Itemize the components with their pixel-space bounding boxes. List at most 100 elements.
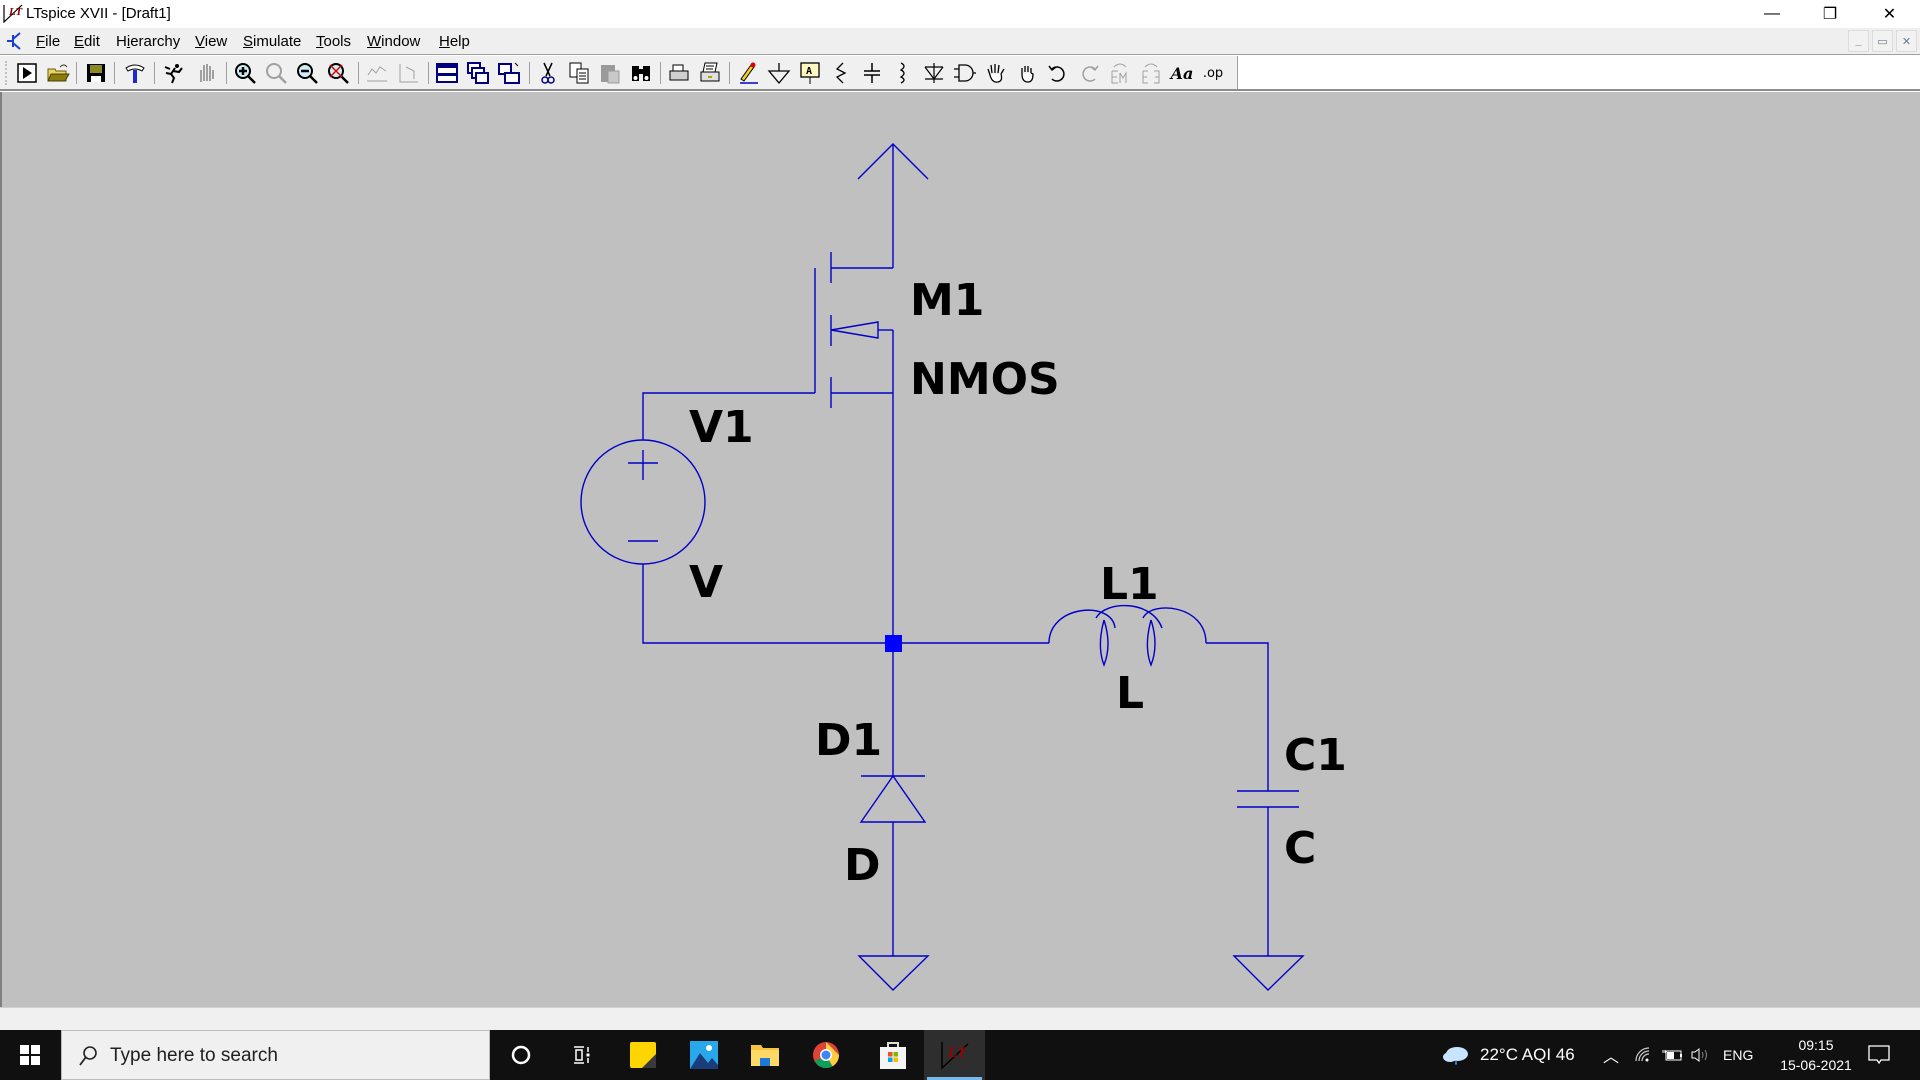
taskbar-cortana[interactable] xyxy=(490,1030,551,1080)
menu-hierarchy[interactable]: Hierarchy xyxy=(116,33,180,50)
menu-simulate[interactable]: Simulate xyxy=(243,33,301,50)
find-button[interactable] xyxy=(628,60,654,86)
window-title: LTspice XVII - [Draft1] xyxy=(26,5,171,22)
menu-edit[interactable]: Edit xyxy=(74,33,100,50)
menu-file[interactable]: File xyxy=(36,33,60,50)
d1-ref-label[interactable]: D1 xyxy=(815,719,882,763)
ground-icon xyxy=(767,63,791,85)
cut-button[interactable] xyxy=(535,60,561,86)
m1-value-label[interactable]: NMOS xyxy=(910,358,1060,402)
start-button[interactable] xyxy=(0,1030,60,1080)
ltspice-component-icon[interactable] xyxy=(5,31,25,51)
v1-ref-label[interactable]: V1 xyxy=(689,406,754,450)
label-net-button[interactable]: A xyxy=(797,60,823,86)
notifications-button[interactable] xyxy=(1868,1030,1890,1080)
zoom-out-button[interactable] xyxy=(294,60,320,86)
minimize-button[interactable]: — xyxy=(1743,0,1801,28)
wire-output[interactable] xyxy=(1206,642,1269,791)
v1-value-label[interactable]: V xyxy=(689,561,723,605)
schematic-canvas[interactable]: M1 NMOS V1 V L1 L D1 D C1 C xyxy=(0,92,1920,1007)
spice-directive-button[interactable]: .op xyxy=(1200,60,1226,86)
zoom-fit-button[interactable] xyxy=(325,60,351,86)
mirror-button[interactable] xyxy=(1138,60,1164,86)
mirror-icon xyxy=(1142,63,1160,84)
inductor-l1-symbol[interactable] xyxy=(1048,604,1207,667)
open-button[interactable] xyxy=(45,60,71,86)
mdi-close-button[interactable]: ✕ xyxy=(1896,30,1917,52)
taskbar-photos[interactable] xyxy=(673,1030,734,1080)
cascade-button[interactable] xyxy=(465,60,491,86)
tile-horizontal-button[interactable] xyxy=(434,60,460,86)
taskbar-ltspice[interactable]: LT xyxy=(924,1030,985,1080)
menu-tools[interactable]: Tools xyxy=(316,33,351,50)
l1-ref-label[interactable]: L1 xyxy=(1100,563,1159,607)
tray-overflow-button[interactable]: ︿ xyxy=(1603,1030,1619,1080)
component-button[interactable] xyxy=(952,60,978,86)
menu-view[interactable]: View xyxy=(195,33,227,50)
redo-icon xyxy=(1082,65,1099,82)
close-button[interactable]: ✕ xyxy=(1859,0,1920,28)
photos-icon xyxy=(689,1041,718,1069)
ground-button[interactable] xyxy=(766,60,792,86)
rotate-icon xyxy=(1111,63,1127,84)
ltspice-icon: LT xyxy=(940,1042,969,1070)
menu-window[interactable]: Window xyxy=(367,33,420,50)
move-button[interactable] xyxy=(983,60,1009,86)
zoom-in-button[interactable] xyxy=(232,60,258,86)
battery-button[interactable] xyxy=(1662,1030,1684,1080)
d1-value-label[interactable]: D xyxy=(844,844,881,888)
save-button[interactable] xyxy=(83,60,109,86)
resistor-button[interactable] xyxy=(828,60,854,86)
c1-value-label[interactable]: C xyxy=(1284,827,1316,871)
copy-button[interactable] xyxy=(566,60,592,86)
voltage-source-v1-symbol[interactable] xyxy=(580,439,706,565)
paste-button[interactable] xyxy=(597,60,623,86)
run-icon xyxy=(17,63,37,83)
folder-icon xyxy=(750,1045,779,1066)
nmos-m1-symbol[interactable] xyxy=(814,252,894,643)
network-button[interactable] xyxy=(1634,1030,1652,1080)
supply-arrow-symbol[interactable] xyxy=(857,143,929,268)
inductor-button[interactable] xyxy=(890,60,916,86)
tile-vertical-button[interactable] xyxy=(496,60,522,86)
m1-ref-label[interactable]: M1 xyxy=(910,279,984,323)
taskbar-sticky-notes[interactable] xyxy=(612,1030,673,1080)
clock[interactable]: 09:15 15-06-2021 xyxy=(1766,1035,1866,1075)
taskbar-file-explorer[interactable] xyxy=(734,1030,795,1080)
mdi-restore-button[interactable]: ▭ xyxy=(1872,30,1893,52)
rotate-button[interactable] xyxy=(1107,60,1133,86)
ground-symbol-diode[interactable] xyxy=(857,955,930,991)
print-preview-button[interactable] xyxy=(666,60,692,86)
probe-button[interactable] xyxy=(395,60,421,86)
weather-widget[interactable]: 22°C AQI 46 xyxy=(1442,1030,1575,1080)
redo-button[interactable] xyxy=(1076,60,1102,86)
mdi-minimize-button[interactable]: _ xyxy=(1848,30,1869,52)
diode-button[interactable] xyxy=(921,60,947,86)
autoscale-button[interactable] xyxy=(364,60,390,86)
text-button[interactable]: Aa xyxy=(1169,60,1195,86)
zoom-area-button[interactable] xyxy=(263,60,289,86)
print-button[interactable] xyxy=(697,60,723,86)
l1-value-label[interactable]: L xyxy=(1116,672,1144,716)
diode-d1-symbol[interactable] xyxy=(859,643,927,956)
language-indicator[interactable]: ENG xyxy=(1723,1030,1753,1080)
control-panel-button[interactable] xyxy=(122,60,148,86)
c1-ref-label[interactable]: C1 xyxy=(1284,734,1347,778)
run-button[interactable] xyxy=(14,60,40,86)
toolbar-grip[interactable] xyxy=(5,61,7,85)
drag-button[interactable] xyxy=(1014,60,1040,86)
pan-button[interactable] xyxy=(193,60,219,86)
undo-button[interactable] xyxy=(1045,60,1071,86)
menu-help[interactable]: Help xyxy=(439,33,470,50)
taskbar-task-view[interactable] xyxy=(551,1030,612,1080)
volume-button[interactable] xyxy=(1690,1030,1712,1080)
clock-date: 15-06-2021 xyxy=(1780,1057,1852,1073)
capacitor-button[interactable] xyxy=(859,60,885,86)
wire-button[interactable] xyxy=(735,60,761,86)
halt-button[interactable] xyxy=(160,60,186,86)
taskbar-search-box[interactable]: Type here to search xyxy=(61,1030,490,1080)
maximize-button[interactable]: ❐ xyxy=(1801,0,1859,28)
ground-symbol-cap[interactable] xyxy=(1232,955,1305,991)
wire-v1-bottom[interactable] xyxy=(642,564,893,644)
taskbar-chrome[interactable] xyxy=(795,1030,856,1080)
